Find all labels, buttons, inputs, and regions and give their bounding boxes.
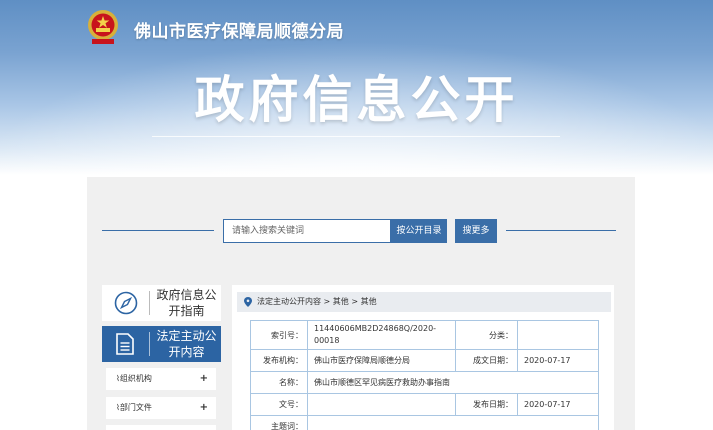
published-date-value: 2020-07-17 <box>517 393 599 416</box>
sidebar-item-label: ⌇部门文件 <box>116 403 152 412</box>
national-emblem-icon <box>88 10 118 44</box>
search-divider-left <box>102 230 214 231</box>
sidebar-item-legal[interactable]: 法定主动公开内容 <box>102 326 221 362</box>
legal-separator <box>149 332 150 356</box>
legal-label: 法定主动公开内容 <box>156 329 217 359</box>
sidebar-item-guide[interactable]: 政府信息公开指南 <box>102 285 221 321</box>
compass-icon <box>114 291 138 315</box>
sidebar-item-partial <box>106 425 216 430</box>
search-catalog-button[interactable]: 按公开目录 <box>391 219 447 243</box>
published-date-label: 发布日期： <box>455 393 518 416</box>
subject-label: 主题词： <box>250 415 308 430</box>
index-value: 11440606MB2D24868Q/2020-00018 <box>307 320 456 350</box>
search-input[interactable] <box>223 219 391 243</box>
name-label: 名称： <box>250 371 308 394</box>
location-pin-icon <box>244 297 252 307</box>
doc-number-value <box>307 393 456 416</box>
created-date-value: 2020-07-17 <box>517 349 599 372</box>
created-date-label: 成文日期： <box>455 349 518 372</box>
sidebar-item-organization[interactable]: ⌇组织机构 + <box>106 368 216 390</box>
sidebar-item-department-docs[interactable]: ⌇部门文件 + <box>106 397 216 419</box>
guide-label: 政府信息公开指南 <box>156 288 217 318</box>
document-icon <box>116 333 134 355</box>
search-more-button[interactable]: 搜更多 <box>455 219 497 243</box>
guide-separator <box>149 291 150 315</box>
breadcrumb: 法定主动公开内容 > 其他 > 其他 <box>237 292 611 312</box>
name-value: 佛山市顺德区罕见病医疗救助办事指南 <box>307 371 599 394</box>
sidebar-item-label: ⌇组织机构 <box>116 374 152 383</box>
header-banner: 佛山市医疗保障局顺德分局 政府信息公开 <box>0 0 713 175</box>
index-label: 索引号： <box>250 320 308 350</box>
title-divider <box>152 136 560 137</box>
publisher-label: 发布机构： <box>250 349 308 372</box>
category-value <box>517 320 599 350</box>
subject-value <box>307 415 599 430</box>
doc-number-label: 文号： <box>250 393 308 416</box>
page-title: 政府信息公开 <box>194 71 519 129</box>
search-divider-right <box>506 230 616 231</box>
site-name[interactable]: 佛山市医疗保障局顺德分局 <box>134 17 344 42</box>
expand-icon[interactable]: + <box>200 368 208 390</box>
expand-icon[interactable]: + <box>200 397 208 419</box>
document-info-table: 索引号： 11440606MB2D24868Q/2020-00018 分类： 发… <box>250 320 599 430</box>
category-label: 分类： <box>455 320 518 350</box>
publisher-value: 佛山市医疗保障局顺德分局 <box>307 349 456 372</box>
breadcrumb-path[interactable]: 法定主动公开内容 > 其他 > 其他 <box>257 292 377 312</box>
